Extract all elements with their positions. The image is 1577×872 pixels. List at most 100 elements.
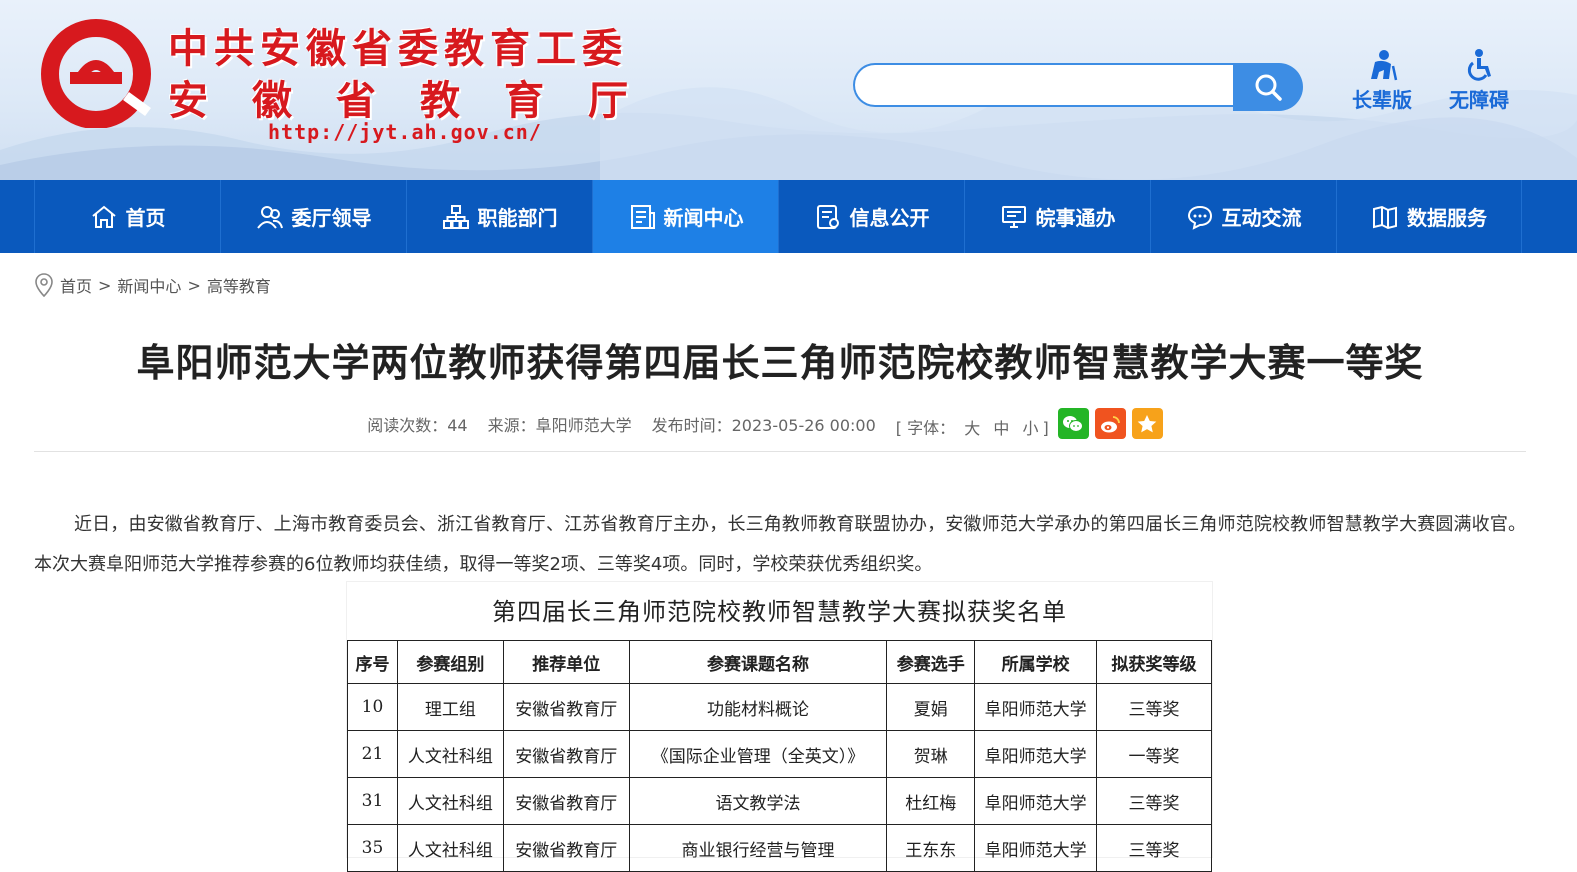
site-url: http://jyt.ah.gov.cn/ xyxy=(268,120,542,144)
table-cell: 安徽省教育厅 xyxy=(502,683,630,731)
table-cell: 贺琳 xyxy=(886,730,976,778)
nav-item-news[interactable]: 新闻中心 xyxy=(592,180,778,253)
table-cell: 人文社科组 xyxy=(396,777,504,825)
nav-label: 数据服务 xyxy=(1407,206,1487,230)
table-cell: 阜阳师范大学 xyxy=(974,824,1098,872)
table-cell: 安徽省教育厅 xyxy=(502,777,630,825)
read-count-value: 44 xyxy=(447,415,468,435)
accessibility-label: 无障碍 xyxy=(1449,88,1509,112)
nav-label: 新闻中心 xyxy=(663,206,744,230)
elder-mode-label: 长辈版 xyxy=(1352,88,1412,112)
leaders-icon xyxy=(256,205,283,229)
nav-item-data[interactable]: 数据服务 xyxy=(1336,180,1522,253)
nav-label: 皖事通办 xyxy=(1035,206,1116,230)
table-row: 10 理工组 安徽省教育厅 功能材料概论 夏娟 阜阳师范大学 三等奖 xyxy=(347,683,1212,731)
breadcrumb-separator: > xyxy=(187,275,201,295)
nav-item-leaders[interactable]: 委厅领导 xyxy=(220,180,406,253)
location-pin-icon xyxy=(35,273,53,297)
search-icon xyxy=(1255,74,1282,101)
font-size-controls: [ 字体： 大 中 小] xyxy=(896,408,1163,439)
table-cell: 人文社科组 xyxy=(396,824,504,872)
award-table: 序号 参赛组别 推荐单位 参赛课题名称 参赛选手 所属学校 拟获奖等级 10 理… xyxy=(347,640,1212,872)
table-cell: 21 xyxy=(347,730,398,778)
info-icon xyxy=(816,204,839,229)
article-paragraph: 近日，由安徽省教育厅、上海市教育委员会、浙江省教育厅、江苏省教育厅主办，长三角教… xyxy=(34,514,1526,575)
table-cell: 理工组 xyxy=(396,683,504,731)
table-header: 参赛组别 xyxy=(396,640,504,684)
data-icon xyxy=(1373,205,1397,229)
nav-label: 委厅领导 xyxy=(291,206,372,230)
home-icon xyxy=(91,205,116,228)
table-cell: 三等奖 xyxy=(1096,777,1212,825)
article-title: 阜阳师范大学两位教师获得第四届长三角师范院校教师智慧教学大赛一等奖 xyxy=(136,341,1424,385)
table-row: 35 人文社科组 安徽省教育厅 商业银行经营与管理 王东东 阜阳师范大学 三等奖 xyxy=(347,824,1212,872)
search-input[interactable] xyxy=(853,63,1233,107)
table-header: 拟获奖等级 xyxy=(1096,640,1212,684)
share-buttons xyxy=(1057,408,1163,439)
nav-item-info[interactable]: 信息公开 xyxy=(778,180,964,253)
org-icon xyxy=(442,204,469,229)
table-cell: 王东东 xyxy=(886,824,976,872)
site-name-line1: 中共安徽省委教育工委 xyxy=(168,26,628,72)
search-button[interactable] xyxy=(1233,63,1303,111)
chat-icon xyxy=(1187,205,1212,230)
nav-item-interaction[interactable]: 互动交流 xyxy=(1150,180,1336,253)
table-cell: 一等奖 xyxy=(1096,730,1212,778)
elder-icon xyxy=(1371,50,1398,81)
search-box xyxy=(853,63,1303,111)
table-cell: 商业银行经营与管理 xyxy=(628,824,888,872)
table-cell: 功能材料概论 xyxy=(628,683,888,731)
table-cell: 安徽省教育厅 xyxy=(502,824,630,872)
time-label: 发布时间： xyxy=(651,415,732,435)
font-size-label: [ 字体： xyxy=(895,418,956,438)
meta-divider xyxy=(34,451,1526,452)
font-size-medium[interactable]: 中 xyxy=(993,419,1009,438)
favorite-share-button[interactable] xyxy=(1131,408,1163,439)
table-cell: 35 xyxy=(347,824,398,872)
wechat-share-button[interactable] xyxy=(1057,408,1089,439)
breadcrumb-higher-education[interactable]: 高等教育 xyxy=(207,273,271,297)
breadcrumb-news[interactable]: 新闻中心 xyxy=(117,273,181,297)
breadcrumb-separator: > xyxy=(98,275,112,295)
table-cell: 安徽省教育厅 xyxy=(502,730,630,778)
service-icon xyxy=(1001,205,1026,228)
font-size-small[interactable]: 小 xyxy=(1022,419,1038,438)
time-value: 2023-05-26 00:00 xyxy=(731,415,876,435)
table-header: 参赛课题名称 xyxy=(628,640,888,684)
breadcrumb: 首页 > 新闻中心 > 高等教育 xyxy=(34,272,271,298)
article-source: 来源：阜阳师范大学 xyxy=(488,412,632,436)
site-name-line2: 安徽省教育厅 xyxy=(168,78,672,124)
nav-label: 首页 xyxy=(125,206,166,230)
breadcrumb-home[interactable]: 首页 xyxy=(60,273,92,297)
news-icon xyxy=(630,204,655,229)
font-size-close: ] xyxy=(1042,418,1049,438)
table-cell: 10 xyxy=(347,683,398,731)
accessibility-link[interactable]: 无障碍 xyxy=(1439,48,1519,113)
table-row: 21 人文社科组 安徽省教育厅 《国际企业管理（全英文）》 贺琳 阜阳师范大学 … xyxy=(347,730,1212,778)
table-cell: 夏娟 xyxy=(886,683,976,731)
publish-time: 发布时间：2023-05-26 00:00 xyxy=(652,412,876,436)
weibo-share-button[interactable] xyxy=(1094,408,1126,439)
wechat-icon xyxy=(1063,415,1084,432)
nav-item-departments[interactable]: 职能部门 xyxy=(406,180,592,253)
elder-mode-link[interactable]: 长辈版 xyxy=(1342,48,1422,113)
nav-label: 信息公开 xyxy=(849,206,930,230)
read-count-label: 阅读次数： xyxy=(367,415,448,435)
nav-label: 互动交流 xyxy=(1221,206,1302,230)
font-size-large[interactable]: 大 xyxy=(964,419,980,438)
table-cell: 语文教学法 xyxy=(628,777,888,825)
logo-icon[interactable] xyxy=(40,16,152,128)
award-list-image: 第四届长三角师范院校教师智慧教学大赛拟获奖名单 序号 参赛组别 推荐单位 参赛课… xyxy=(347,582,1212,872)
weibo-icon xyxy=(1101,415,1121,432)
table-header: 所属学校 xyxy=(974,640,1098,684)
table-header: 推荐单位 xyxy=(502,640,630,684)
site-header: 中共安徽省委教育工委 安徽省教育厅 http://jyt.ah.gov.cn/ … xyxy=(0,0,1577,180)
nav-item-home[interactable]: 首页 xyxy=(34,180,220,253)
nav-item-service[interactable]: 皖事通办 xyxy=(964,180,1150,253)
table-header-row: 序号 参赛组别 推荐单位 参赛课题名称 参赛选手 所属学校 拟获奖等级 xyxy=(347,640,1212,684)
table-cell: 《国际企业管理（全英文）》 xyxy=(628,730,888,778)
table-cell: 阜阳师范大学 xyxy=(974,777,1098,825)
read-count: 阅读次数：44 xyxy=(367,412,467,436)
source-label: 来源： xyxy=(487,415,536,435)
table-row: 31 人文社科组 安徽省教育厅 语文教学法 杜红梅 阜阳师范大学 三等奖 xyxy=(347,777,1212,825)
